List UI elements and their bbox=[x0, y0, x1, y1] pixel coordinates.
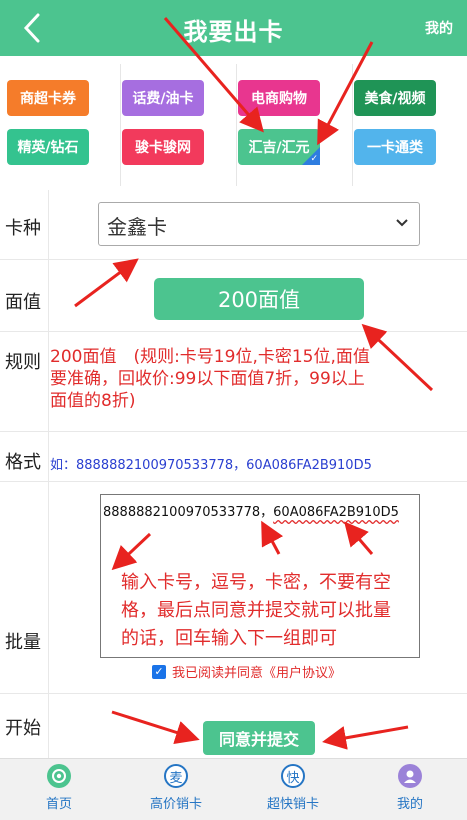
agree-checkbox[interactable]: ✓ bbox=[152, 664, 166, 679]
top-bar: 我要出卡 我的 bbox=[0, 0, 467, 56]
agreement-text[interactable]: 我已阅读并同意《用户协议》 bbox=[172, 662, 341, 681]
batch-textarea[interactable]: 8888882100970533778，60A086FA2B910D5 输入卡号… bbox=[100, 494, 420, 658]
divider bbox=[48, 190, 49, 259]
rule-label: 规则 bbox=[5, 352, 41, 373]
batch-row: 批量 8888882100970533778，60A086FA2B910D5 输… bbox=[0, 482, 467, 694]
tab-high-price[interactable]: 麦 高价销卡 bbox=[118, 759, 234, 820]
category-button[interactable]: 电商购物 bbox=[238, 80, 320, 116]
bottom-tab-bar: 首页 麦 高价销卡 快 超快销卡 我的 bbox=[0, 758, 467, 820]
card-type-select[interactable]: 金鑫卡 bbox=[98, 202, 420, 246]
card-type-label: 卡种 bbox=[5, 218, 41, 239]
divider bbox=[48, 432, 49, 481]
face-value-row: 面值 200面值 bbox=[0, 260, 467, 332]
category-button[interactable]: 一卡通类 bbox=[354, 129, 436, 165]
rule-text: 200面值 (规则:卡号19位,卡密15位,面值要准确，回收价:99以下面值7折… bbox=[50, 347, 370, 411]
face-value-button[interactable]: 200面值 bbox=[154, 278, 364, 320]
mai-icon: 麦 bbox=[164, 764, 188, 788]
face-value-label: 面值 bbox=[5, 292, 41, 313]
batch-hint: 输入卡号，逗号，卡密，不要有空格，最后点同意并提交就可以批量的话，回车输入下一组… bbox=[121, 572, 391, 649]
start-row: 开始 同意并提交 bbox=[0, 694, 467, 758]
divider bbox=[48, 482, 49, 693]
card-type-row: 卡种 金鑫卡 bbox=[0, 190, 467, 260]
category-button[interactable]: 美食/视频 bbox=[354, 80, 436, 116]
card-type-value: 金鑫卡 bbox=[107, 215, 167, 239]
mine-link[interactable]: 我的 bbox=[425, 18, 453, 38]
tab-home[interactable]: 首页 bbox=[1, 759, 117, 820]
batch-input-text: 8888882100970533778，60A086FA2B910D5 bbox=[103, 505, 399, 520]
format-example: 如：8888882100970533778，60A086FA2B910D5 bbox=[50, 458, 372, 473]
submit-button[interactable]: 同意并提交 bbox=[203, 721, 315, 755]
rule-row: 规则 200面值 (规则:卡号19位,卡密15位,面值要准确，回收价:99以下面… bbox=[0, 332, 467, 432]
category-button-selected[interactable]: 汇吉/汇元 ✓ bbox=[238, 129, 320, 165]
category-grid: 商超卡券 话费/油卡 电商购物 美食/视频 精英/钻石 骏卡骏网 汇吉/汇元 ✓… bbox=[0, 56, 467, 190]
format-label: 格式 bbox=[5, 452, 41, 473]
tab-label: 首页 bbox=[45, 797, 72, 812]
card-form: 卡种 金鑫卡 面值 200面值 规则 200面值 (规则:卡号19位,卡密15位… bbox=[0, 190, 467, 758]
batch-label: 批量 bbox=[5, 632, 41, 653]
tab-fast-sale[interactable]: 快 超快销卡 bbox=[235, 759, 351, 820]
tab-label: 超快销卡 bbox=[266, 797, 319, 812]
tab-label: 我的 bbox=[396, 797, 423, 812]
start-label: 开始 bbox=[5, 718, 41, 739]
tab-mine[interactable]: 我的 bbox=[352, 759, 467, 820]
category-button[interactable]: 商超卡券 bbox=[7, 80, 89, 116]
kuai-icon: 快 bbox=[281, 764, 305, 788]
category-button[interactable]: 精英/钻石 bbox=[7, 129, 89, 165]
category-button[interactable]: 话费/油卡 bbox=[122, 80, 204, 116]
page-title: 我要出卡 bbox=[183, 18, 284, 46]
divider bbox=[48, 332, 49, 431]
user-icon bbox=[398, 764, 422, 788]
divider bbox=[48, 260, 49, 331]
tab-label: 高价销卡 bbox=[149, 797, 202, 812]
agreement[interactable]: ✓ 我已阅读并同意《用户协议》 bbox=[152, 662, 341, 681]
checkmark-icon: ✓ bbox=[310, 154, 318, 164]
divider bbox=[48, 694, 49, 758]
chevron-down-icon bbox=[396, 219, 408, 227]
format-row: 格式 如：8888882100970533778，60A086FA2B910D5 bbox=[0, 432, 467, 482]
home-icon bbox=[47, 764, 71, 788]
category-button[interactable]: 骏卡骏网 bbox=[122, 129, 204, 165]
